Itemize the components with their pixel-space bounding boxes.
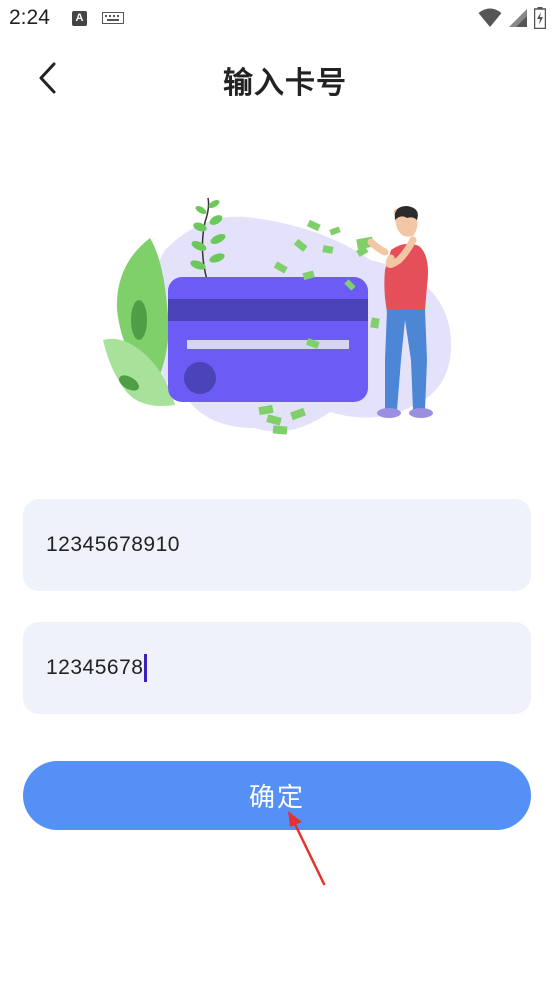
credit-card-illustration	[103, 197, 451, 435]
wifi-icon	[478, 8, 502, 27]
keyboard-icon	[102, 12, 124, 24]
confirm-button[interactable]: 确定	[23, 761, 531, 830]
status-icons	[478, 7, 546, 29]
card-number-value: 12345678910	[46, 533, 180, 556]
second-field-value: 12345678	[46, 656, 144, 679]
screen: 2:24 A 输入卡号 12345678910 12345678 确定	[0, 0, 554, 984]
page-title: 输入卡号	[223, 66, 347, 101]
status-bar: 2:24 A	[0, 0, 554, 36]
second-card-input[interactable]: 12345678	[23, 622, 531, 714]
status-time: 2:24	[9, 6, 50, 29]
text-caret	[144, 654, 148, 682]
header: 输入卡号	[0, 40, 554, 116]
a-notification-icon: A	[72, 11, 87, 26]
battery-icon	[534, 7, 546, 29]
annotation-arrow-icon	[288, 811, 326, 886]
card-number-input[interactable]: 12345678910	[23, 499, 531, 591]
signal-icon	[509, 9, 527, 27]
